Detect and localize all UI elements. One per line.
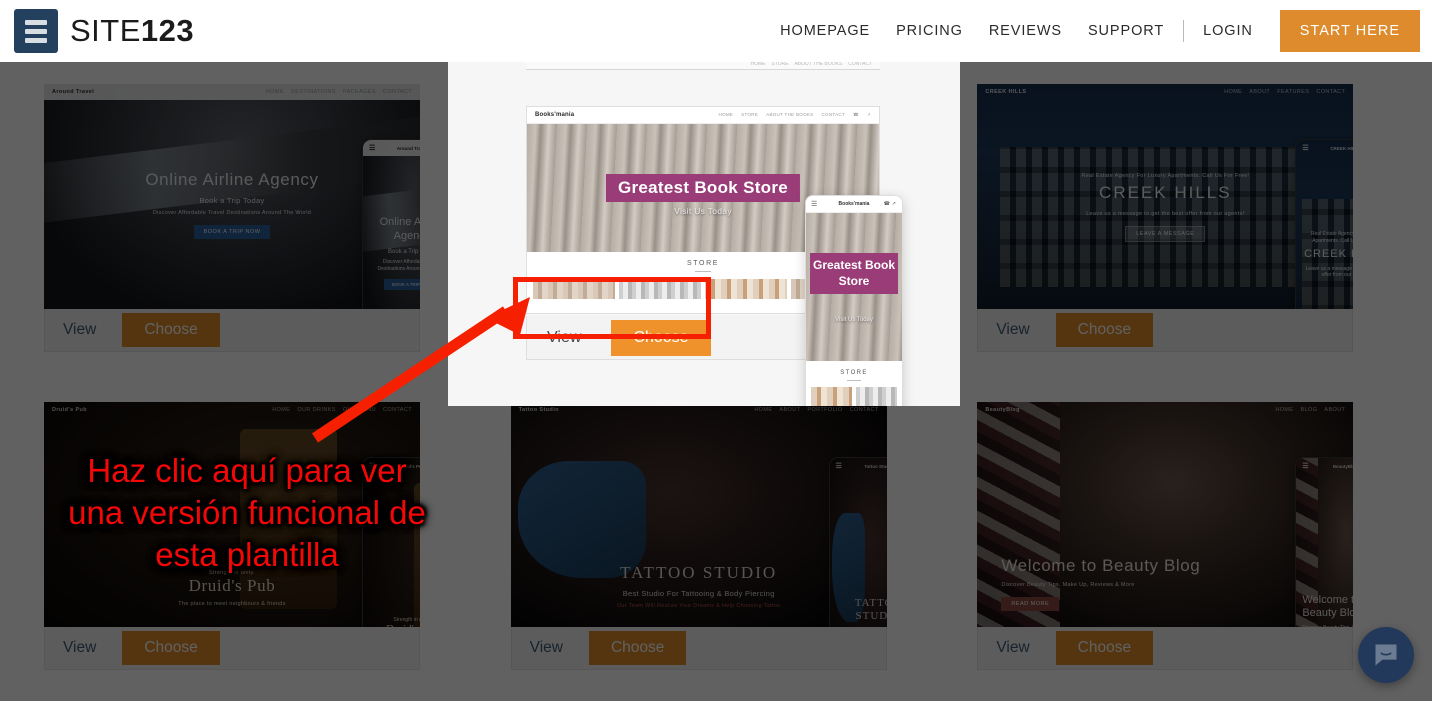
phone-icon: ☎↗: [883, 201, 898, 207]
store-thumbnail: [705, 279, 787, 299]
logo-text: SITE123: [70, 13, 194, 49]
nav-item-login[interactable]: LOGIN: [1190, 0, 1266, 62]
share-icon: ↗: [866, 112, 871, 117]
template-preview-modal: HOME STORE ABOUT THE BOOKS CONTACT Books…: [448, 44, 960, 406]
store-thumbnail: [533, 279, 615, 299]
logo[interactable]: SITE123: [14, 9, 194, 53]
logo-text-bold: 123: [140, 13, 195, 48]
mobile-brand: Books'mania: [838, 201, 870, 207]
page-root: Around Travel HOME DESTINATIONS PACKAGES…: [0, 0, 1432, 701]
start-here-button[interactable]: START HERE: [1279, 10, 1420, 52]
mobile-store-section: STORE: [806, 361, 902, 406]
hamburger-icon[interactable]: ☰: [811, 200, 817, 208]
store-thumbnail: [856, 387, 897, 406]
template-nav-links: HOME STORE ABOUT THE BOOKS CONTACT ☎ ↗: [719, 112, 871, 118]
phone-icon: ☎: [853, 112, 859, 117]
mobile-section-divider: [847, 380, 861, 381]
template-site-nav: Books'mania HOME STORE ABOUT THE BOOKS C…: [527, 107, 879, 124]
hero-subtitle: Visit Us Today: [674, 206, 732, 216]
mobile-hero-subtitle: Visit Us Today: [835, 317, 873, 323]
template-nav-item: HOME: [718, 112, 734, 117]
nav-item-pricing[interactable]: PRICING: [883, 0, 976, 62]
modal-template-mobile-preview[interactable]: ☰ Books'mania ☎↗ Greatest Book Store Vis…: [805, 195, 903, 406]
chat-bubble-icon: [1375, 644, 1397, 666]
mobile-store-label: STORE: [840, 370, 868, 376]
mobile-hero: Greatest Book Store Visit Us Today: [806, 213, 902, 361]
modal-choose-button[interactable]: Choose: [611, 319, 711, 356]
store-thumbnail: [619, 279, 701, 299]
template-nav-item: CONTACT: [821, 112, 846, 117]
site-header: SITE123 HOMEPAGE PRICING REVIEWS SUPPORT…: [0, 0, 1432, 62]
modal-view-link[interactable]: View: [547, 329, 581, 347]
nav-divider: [1183, 20, 1185, 42]
nav-item-homepage[interactable]: HOMEPAGE: [767, 0, 883, 62]
store-thumbnail: [811, 387, 852, 406]
logo-text-thin: SITE: [70, 13, 141, 48]
mobile-site-nav: ☰ Books'mania ☎↗: [806, 196, 902, 213]
mobile-hero-title: Greatest Book Store: [810, 253, 898, 295]
main-nav: HOMEPAGE PRICING REVIEWS SUPPORT LOGIN S…: [767, 0, 1432, 62]
mobile-store-thumbnails: [806, 387, 902, 406]
template-brand: Books'mania: [535, 112, 575, 118]
annotation-text: Haz clic aquí para ver una versión funci…: [68, 452, 426, 574]
chat-widget-button[interactable]: [1358, 627, 1414, 683]
modal-scroll-area[interactable]: HOME STORE ABOUT THE BOOKS CONTACT Books…: [448, 60, 960, 406]
nav-item-support[interactable]: SUPPORT: [1075, 0, 1177, 62]
template-nav-item: STORE: [741, 112, 759, 117]
hero-title: Greatest Book Store: [605, 174, 801, 202]
section-divider: [695, 271, 711, 272]
nav-item-reviews[interactable]: REVIEWS: [976, 0, 1075, 62]
template-nav-item: ABOUT THE BOOKS: [766, 112, 814, 117]
site123-logo-icon: [14, 9, 58, 53]
